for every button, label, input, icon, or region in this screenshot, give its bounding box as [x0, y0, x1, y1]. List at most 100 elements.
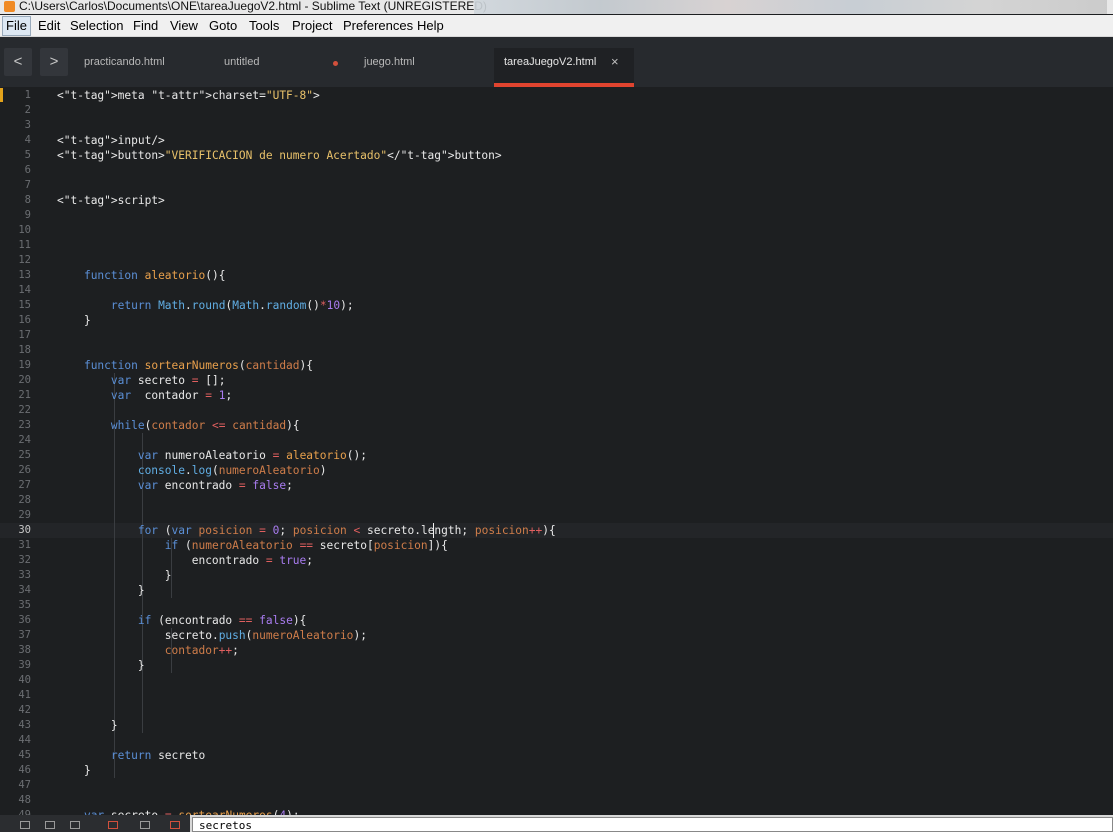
code-line[interactable]: <"t-tag">meta "t-attr">charset="UTF-8">: [57, 88, 556, 103]
line-number: 37: [18, 629, 31, 641]
code-line[interactable]: [57, 283, 556, 298]
code-line[interactable]: console.log(numeroAleatorio): [57, 463, 556, 478]
tab-back-button[interactable]: <: [4, 48, 32, 76]
window-title: C:\Users\Carlos\Documents\ONE\tareaJuego…: [19, 0, 487, 13]
highlight-toggle-icon[interactable]: [170, 821, 180, 829]
code-line[interactable]: }: [57, 313, 556, 328]
code-line[interactable]: [57, 673, 556, 688]
code-line[interactable]: [57, 493, 556, 508]
code-line[interactable]: function sortearNumeros(cantidad){: [57, 358, 556, 373]
menu-file[interactable]: File: [2, 16, 31, 36]
code-line[interactable]: secreto.push(numeroAleatorio);: [57, 628, 556, 643]
line-number: 25: [18, 449, 31, 461]
line-number: 32: [18, 554, 31, 566]
menu-tools[interactable]: Tools: [249, 18, 279, 34]
code-line[interactable]: return secreto: [57, 748, 556, 763]
code-line[interactable]: contador++;: [57, 643, 556, 658]
code-line[interactable]: return Math.round(Math.random()*10);: [57, 298, 556, 313]
find-input[interactable]: secretos: [192, 817, 1113, 832]
code-line[interactable]: [57, 328, 556, 343]
code-line[interactable]: }: [57, 583, 556, 598]
wrap-toggle-icon[interactable]: [108, 821, 118, 829]
line-number: 8: [24, 194, 31, 206]
menu-edit[interactable]: Edit: [38, 18, 60, 34]
menu-goto[interactable]: Goto: [209, 18, 237, 34]
code-line[interactable]: [57, 163, 556, 178]
line-number: 1: [24, 89, 31, 101]
code-line[interactable]: var encontrado = false;: [57, 478, 556, 493]
code-line[interactable]: [57, 793, 556, 808]
code-line[interactable]: }: [57, 763, 556, 778]
code-line[interactable]: <"t-tag">script>: [57, 193, 556, 208]
tab-tareajuegov2[interactable]: tareaJuegoV2.html ×: [494, 48, 634, 87]
code-line[interactable]: var secreto = sortearNumeros(4);: [57, 808, 556, 815]
code-line[interactable]: [57, 238, 556, 253]
line-number: 36: [18, 614, 31, 626]
line-number: 39: [18, 659, 31, 671]
tab-label: tareaJuegoV2.html: [504, 56, 597, 68]
code-line[interactable]: }: [57, 658, 556, 673]
code-line[interactable]: <"t-tag">button>"VERIFICACION de numero …: [57, 148, 556, 163]
code-line[interactable]: [57, 703, 556, 718]
tab-label: juego.html: [364, 56, 415, 68]
menu-help[interactable]: Help: [417, 18, 444, 34]
code-line[interactable]: [57, 208, 556, 223]
code-line[interactable]: var numeroAleatorio = aleatorio();: [57, 448, 556, 463]
menu-selection[interactable]: Selection: [70, 18, 123, 34]
menu-view[interactable]: View: [170, 18, 198, 34]
line-number: 33: [18, 569, 31, 581]
code-line[interactable]: [57, 253, 556, 268]
case-toggle-icon[interactable]: [45, 821, 55, 829]
line-number: 14: [18, 284, 31, 296]
code-line[interactable]: encontrado = true;: [57, 553, 556, 568]
tab-forward-button[interactable]: >: [40, 48, 68, 76]
code-line[interactable]: [57, 598, 556, 613]
line-number: 28: [18, 494, 31, 506]
code-line[interactable]: }: [57, 568, 556, 583]
tab-untitled[interactable]: untitled: [224, 48, 354, 87]
code-line[interactable]: function aleatorio(){: [57, 268, 556, 283]
code-line[interactable]: }: [57, 718, 556, 733]
line-number: 40: [18, 674, 31, 686]
code-editor[interactable]: 1 2 3 4 5 6 7 8 9 10 11 12 13 14 15 16 17 18 19 20 21 22 23 24 2…: [0, 87, 1113, 815]
menu-find[interactable]: Find: [133, 18, 158, 34]
word-toggle-icon[interactable]: [70, 821, 80, 829]
selection-toggle-icon[interactable]: [140, 821, 150, 829]
line-number: 9: [24, 209, 31, 221]
regex-toggle-icon[interactable]: [20, 821, 30, 829]
code-line[interactable]: var contador = 1;: [57, 388, 556, 403]
line-number: 12: [18, 254, 31, 266]
code-line[interactable]: [57, 118, 556, 133]
line-number: 29: [18, 509, 31, 521]
code-line[interactable]: [57, 733, 556, 748]
code-line[interactable]: [57, 223, 556, 238]
titlebar-background: [474, 0, 1107, 14]
line-number: 48: [18, 794, 31, 806]
code-line[interactable]: [57, 433, 556, 448]
close-icon[interactable]: ×: [611, 48, 619, 76]
code-line[interactable]: [57, 508, 556, 523]
code-line[interactable]: [57, 343, 556, 358]
code-line[interactable]: var secreto = [];: [57, 373, 556, 388]
unsaved-dot-icon[interactable]: [333, 61, 338, 66]
code-line[interactable]: while(contador <= cantidad){: [57, 418, 556, 433]
line-number: 18: [18, 344, 31, 356]
menu-preferences[interactable]: Preferences: [343, 18, 413, 34]
code-line[interactable]: if (numeroAleatorio == secreto[posicion]…: [57, 538, 556, 553]
code-line[interactable]: [57, 403, 556, 418]
tab-practicando[interactable]: practicando.html: [84, 48, 214, 87]
code-line[interactable]: [57, 778, 556, 793]
menu-project[interactable]: Project: [292, 18, 332, 34]
find-options-panel: [0, 815, 190, 832]
line-number: 13: [18, 269, 31, 281]
code-line[interactable]: <"t-tag">input/>: [57, 133, 556, 148]
line-number: 45: [18, 749, 31, 761]
code-line[interactable]: [57, 178, 556, 193]
code-line[interactable]: [57, 103, 556, 118]
code-text[interactable]: <"t-tag">meta "t-attr">charset="UTF-8"> …: [57, 88, 556, 815]
code-line[interactable]: [57, 688, 556, 703]
code-line[interactable]: for (var posicion = 0; posicion < secret…: [57, 523, 556, 538]
tab-juego[interactable]: juego.html: [364, 48, 484, 87]
line-number: 30: [18, 524, 31, 536]
code-line[interactable]: if (encontrado == false){: [57, 613, 556, 628]
